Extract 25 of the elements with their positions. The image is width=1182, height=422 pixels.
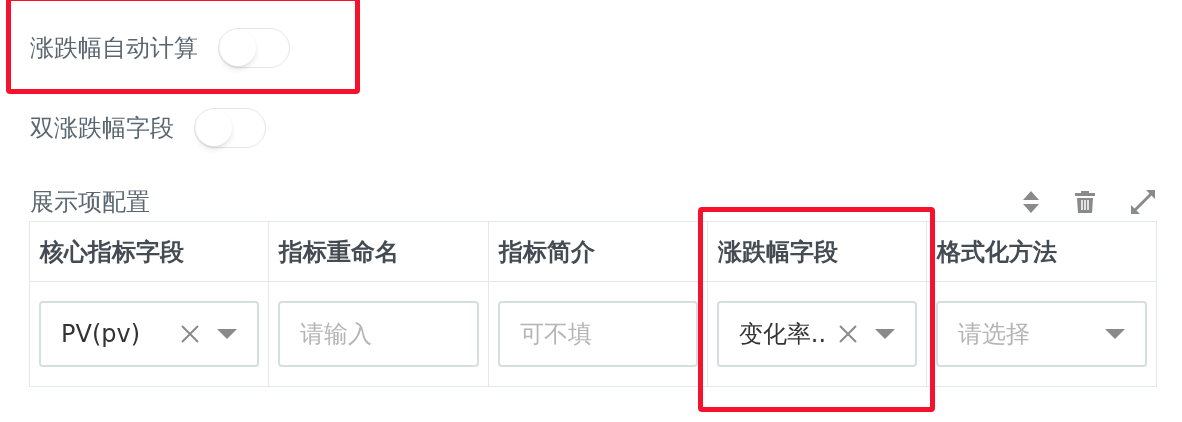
select-value: 变化率.. — [738, 319, 827, 350]
toggle-switch[interactable] — [194, 108, 266, 148]
column-header: 格式化方法 — [935, 236, 1059, 268]
clear-icon[interactable] — [180, 325, 199, 343]
switch-label: 双涨跌幅字段 — [30, 113, 174, 144]
switch-label: 涨跌幅自动计算 — [30, 33, 198, 64]
placeholder-text: 请选择 — [958, 319, 1031, 350]
column-header: 核心指标字段 — [30, 222, 269, 281]
caret-icon — [1105, 329, 1125, 339]
select-value: PV(pv) — [61, 319, 141, 350]
caret-icon — [875, 329, 896, 339]
input-field[interactable]: 可不填 — [498, 301, 698, 367]
clear-icon[interactable] — [839, 325, 858, 343]
select-field[interactable]: 变化率.. — [716, 301, 918, 367]
caret-icon — [216, 329, 237, 339]
column-header: 指标简介 — [489, 222, 708, 281]
column-header: 指标重命名 — [268, 222, 490, 281]
input-field[interactable]: 请输入 — [277, 301, 480, 367]
select-field[interactable]: PV(pv) — [39, 301, 259, 367]
trash-icon[interactable] — [1074, 190, 1096, 214]
section-title: 展示项配置 — [30, 187, 150, 218]
expand-icon[interactable] — [1130, 189, 1156, 215]
column-header: 涨跌幅字段 — [707, 222, 928, 281]
sort-icon[interactable] — [1022, 190, 1040, 214]
toggle-switch[interactable] — [218, 28, 290, 68]
